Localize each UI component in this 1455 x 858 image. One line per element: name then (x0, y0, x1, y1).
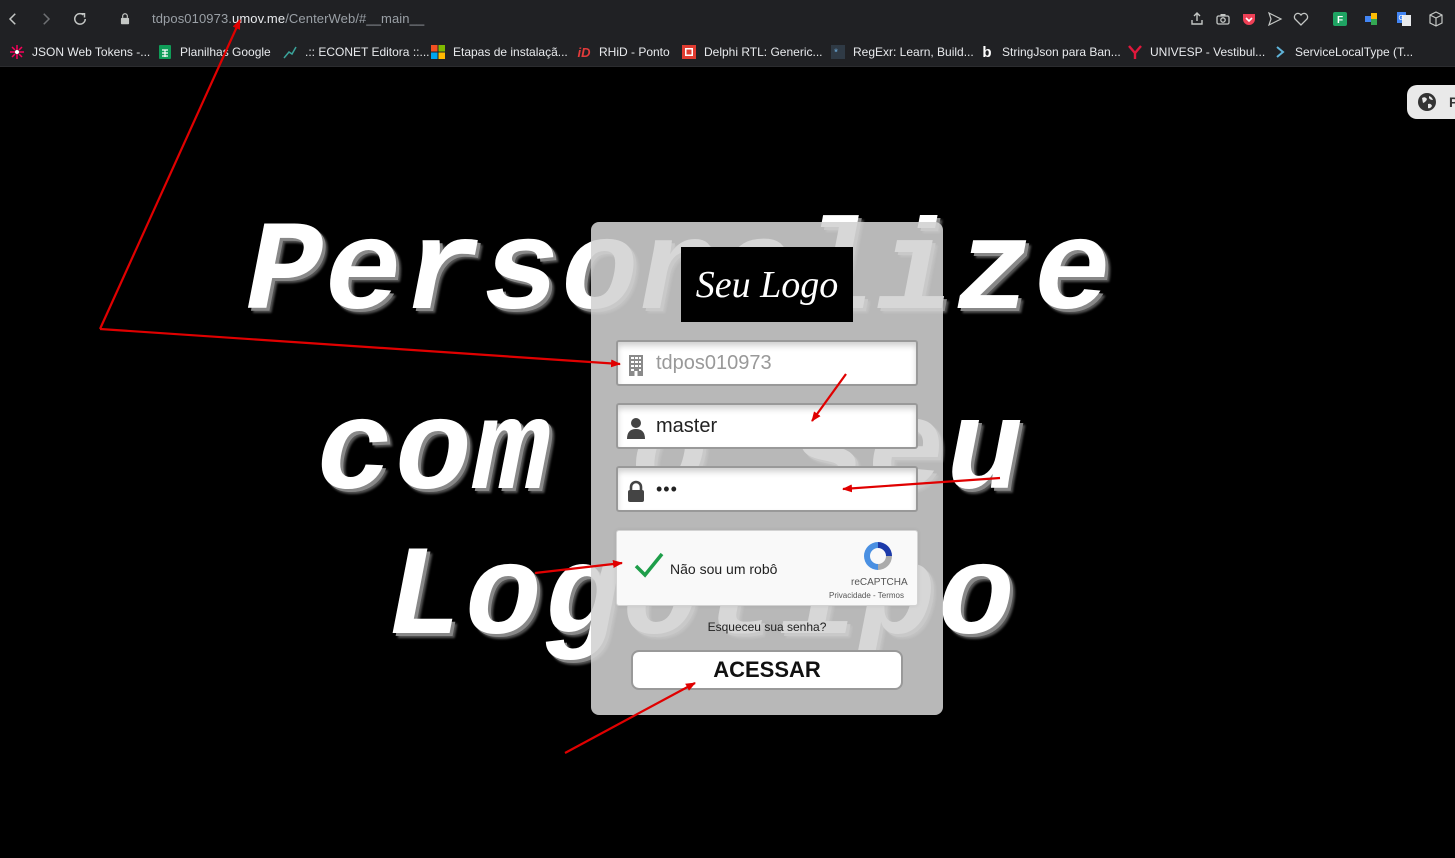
url-domain: umov.me (232, 11, 286, 26)
share-icon[interactable] (1188, 10, 1206, 28)
language-selector[interactable]: P (1407, 85, 1455, 119)
bookmark-label: .:: ECONET Editora ::... (305, 45, 430, 59)
bookmark-econet[interactable]: .:: ECONET Editora ::... (283, 44, 429, 60)
bookmark-label: RHiD - Ponto (599, 45, 670, 59)
bookmark-delphi[interactable]: Delphi RTL: Generic... (682, 44, 823, 60)
browser-toolbar: tdpos010973.umov.me/CenterWeb/#__main__ … (0, 0, 1455, 38)
bookmark-label: RegExr: Learn, Build... (853, 45, 974, 59)
login-button[interactable]: ACESSAR (631, 650, 903, 690)
extension-puzzle-icon[interactable] (1362, 10, 1380, 28)
svg-text:F: F (1337, 15, 1343, 26)
bookmark-label: Etapas de instalaçã... (453, 45, 568, 59)
address-input[interactable]: tdpos010973.umov.me/CenterWeb/#__main__ (152, 11, 424, 26)
lock-icon[interactable] (116, 8, 134, 30)
bookmark-rhid[interactable]: iD RHiD - Ponto (577, 44, 670, 60)
recaptcha-label: Não sou um robô (670, 561, 778, 577)
heart-icon[interactable] (1292, 10, 1310, 28)
b-icon: b (982, 43, 992, 61)
jwt-icon (10, 45, 24, 59)
forward-icon (43, 13, 51, 25)
language-label: P (1449, 94, 1455, 110)
building-icon (629, 355, 643, 376)
url-prefix: tdpos010973. (152, 11, 232, 26)
send-icon[interactable] (1266, 10, 1284, 28)
bookmark-jwt[interactable]: JSON Web Tokens -... (10, 44, 150, 60)
bookmark-label: Delphi RTL: Generic... (704, 45, 823, 59)
recaptcha-widget: Não sou um robô reCAPTCHA Privacidade - … (616, 530, 918, 606)
rhid-icon: iD (577, 44, 591, 60)
bookmark-sheets[interactable]: Planilhas Google (158, 44, 271, 60)
translate-icon[interactable]: G (1395, 10, 1413, 28)
back-button[interactable] (2, 8, 24, 30)
sheets-icon (158, 45, 172, 59)
svg-text:G: G (1399, 15, 1404, 22)
bookmark-label: UNIVESP - Vestibul... (1150, 45, 1266, 59)
company-input[interactable] (656, 350, 906, 376)
econet-icon (283, 45, 297, 59)
recaptcha-checkbox[interactable] (633, 551, 665, 579)
back-icon (8, 13, 16, 25)
bookmarks-bar: JSON Web Tokens -... Planilhas Google .:… (0, 38, 1455, 67)
lock-icon (628, 480, 644, 502)
forward-button[interactable] (35, 8, 57, 30)
regexr-icon: * (831, 45, 845, 59)
bookmark-stringjson[interactable]: b StringJson para Ban... (980, 43, 1121, 61)
password-input[interactable] (656, 476, 906, 502)
bookmark-label: JSON Web Tokens -... (32, 45, 151, 59)
reload-icon (74, 12, 86, 25)
password-field[interactable] (616, 466, 918, 512)
pocket-icon[interactable] (1240, 10, 1258, 28)
bookmark-regexr[interactable]: * RegExr: Learn, Build... (831, 44, 974, 60)
bookmark-microsoft[interactable]: Etapas de instalaçã... (431, 44, 568, 60)
user-icon (627, 418, 645, 439)
camera-icon[interactable] (1214, 10, 1232, 28)
microsoft-icon (431, 45, 445, 59)
chevron-right-icon (1273, 45, 1287, 59)
bookmark-univesp[interactable]: UNIVESP - Vestibul... (1128, 44, 1265, 60)
bookmark-label: ServiceLocalType (T... (1295, 45, 1414, 59)
login-page: Personalize com o seu Logotipo P Seu Log… (0, 67, 1455, 858)
forgot-password-link[interactable]: Esqueceu sua senha? (591, 620, 943, 634)
company-logo: Seu Logo (681, 247, 853, 322)
recaptcha-brand: reCAPTCHA (851, 577, 908, 588)
cube-icon[interactable] (1427, 10, 1445, 28)
delphi-icon (682, 45, 696, 59)
bookmark-servicelocaltype[interactable]: ServiceLocalType (T... (1273, 44, 1413, 60)
univesp-icon (1128, 45, 1142, 59)
logo-text: Seu Logo (695, 263, 839, 306)
reload-button[interactable] (69, 8, 91, 30)
svg-text:*: * (833, 48, 839, 59)
globe-icon (1418, 93, 1436, 111)
bookmark-label: StringJson para Ban... (1002, 45, 1121, 59)
username-field[interactable] (616, 403, 918, 449)
url-path: /CenterWeb/#__main__ (285, 11, 425, 26)
extension-f-icon[interactable]: F (1331, 10, 1349, 28)
company-field[interactable] (616, 340, 918, 386)
login-card: Seu Logo Não sou um robô reCAPTCHA Priva… (591, 222, 943, 715)
username-input[interactable] (656, 413, 906, 439)
recaptcha-logo-icon (864, 542, 892, 570)
bookmark-label: Planilhas Google (180, 45, 271, 59)
recaptcha-privacy-terms-links[interactable]: Privacidade - Termos (829, 591, 904, 600)
